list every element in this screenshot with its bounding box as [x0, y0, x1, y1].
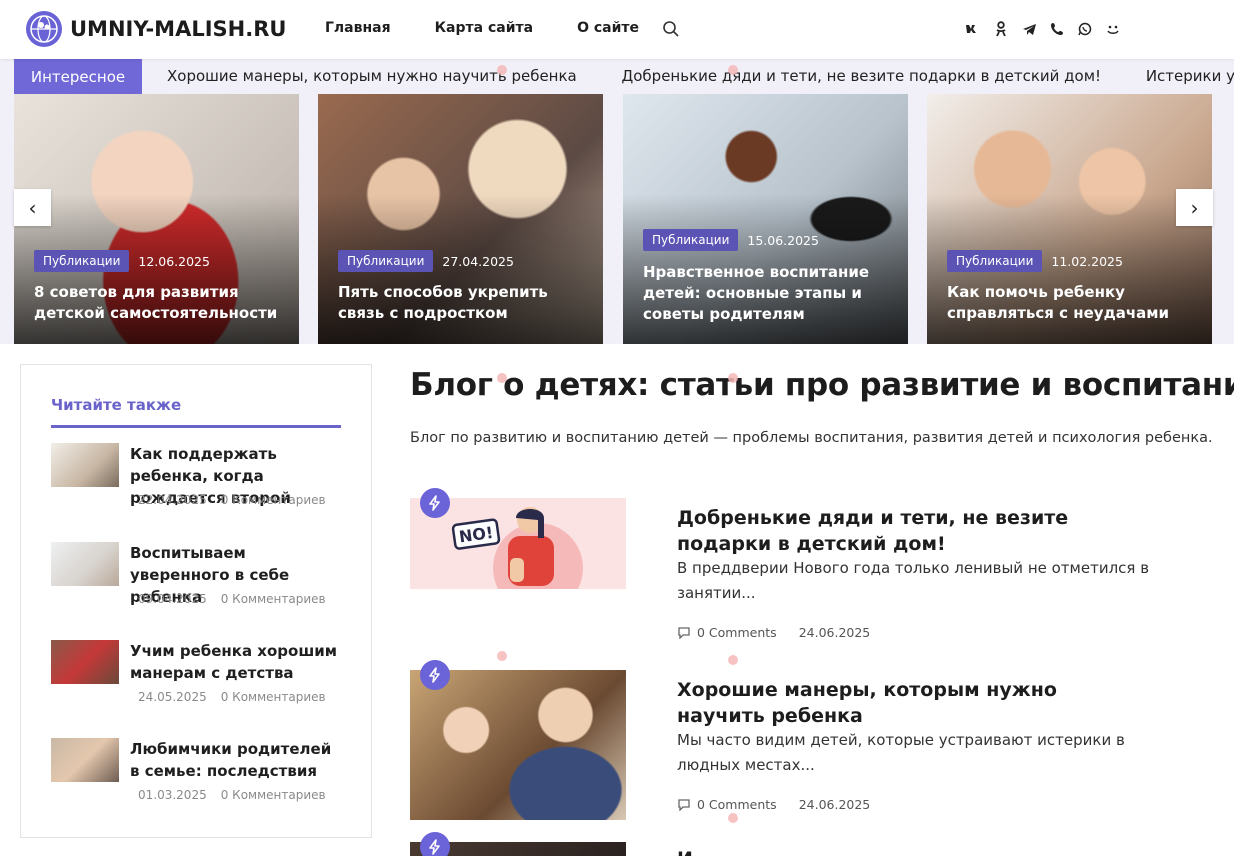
- decor-dot: [728, 813, 738, 823]
- card-date: 15.06.2025: [747, 232, 819, 248]
- comment-icon: [678, 799, 690, 811]
- list-item-comments[interactable]: 0 Комментариев: [221, 592, 326, 606]
- list-item[interactable]: Как поддержать ребенка, когда рождается …: [51, 443, 351, 523]
- post-meta: 0 Comments 24.06.2025: [677, 797, 870, 812]
- card-title[interactable]: 8 советов для развития детской самостоят…: [34, 282, 285, 324]
- category-badge[interactable]: Публикации: [643, 229, 739, 251]
- decor-dot: [728, 373, 738, 383]
- list-item-thumbnail[interactable]: [51, 738, 119, 782]
- post-card: И: [410, 832, 1210, 856]
- card-title[interactable]: Пять способов укрепить связь с подростко…: [338, 282, 589, 324]
- news-ticker: Интересное Хорошие манеры, которым нужно…: [0, 59, 1234, 94]
- card-meta: Публикации 15.06.2025: [643, 229, 819, 251]
- card-meta: Публикации 12.06.2025: [34, 250, 210, 272]
- post-date: 24.06.2025: [798, 797, 871, 812]
- post-title[interactable]: И: [677, 846, 1147, 856]
- logo-icon: [26, 11, 62, 47]
- list-item-title[interactable]: Любимчики родителей в семье: последствия: [130, 738, 345, 782]
- slider-card[interactable]: Публикации 11.02.2025 Как помочь ребенку…: [927, 94, 1212, 344]
- list-item-meta: 22.04.2025 0 Комментариев: [138, 493, 340, 507]
- decor-dot: [497, 65, 507, 75]
- ticker-item[interactable]: Добренькие дяди и тети, не везите подарк…: [622, 67, 1102, 85]
- category-badge[interactable]: Публикации: [34, 250, 130, 272]
- card-title[interactable]: Как помочь ребенку справляться с неудача…: [947, 282, 1198, 324]
- ticker-item[interactable]: Истерики у грудничка: [1146, 67, 1234, 85]
- card-meta: Публикации 11.02.2025: [947, 250, 1123, 272]
- list-item-thumbnail[interactable]: [51, 542, 119, 586]
- post-comments[interactable]: 0 Comments: [697, 625, 777, 640]
- list-item-comments[interactable]: 0 Комментариев: [221, 690, 326, 704]
- decor-dot: [728, 65, 738, 75]
- list-item-thumbnail[interactable]: [51, 443, 119, 487]
- card-date: 12.06.2025: [138, 253, 210, 269]
- slider-card[interactable]: Публикации 15.06.2025 Нравственное воспи…: [623, 94, 908, 344]
- card-meta: Публикации 27.04.2025: [338, 250, 514, 272]
- nav-sitemap[interactable]: Карта сайта: [435, 20, 533, 36]
- nav-about[interactable]: О сайте: [577, 20, 639, 36]
- flash-icon: [420, 488, 450, 518]
- ticker-items: Хорошие манеры, которым нужно научить ре…: [167, 67, 1234, 85]
- decor-dot: [728, 655, 738, 665]
- post-date: 24.06.2025: [798, 625, 871, 640]
- post-comments[interactable]: 0 Comments: [697, 797, 777, 812]
- viber-icon[interactable]: [1043, 20, 1071, 38]
- logo-text: UMNIY-MALISH.RU: [70, 17, 287, 41]
- post-excerpt: Мы часто видим детей, которые устраивают…: [677, 731, 1125, 774]
- slider-prev-button[interactable]: ‹: [14, 189, 51, 226]
- telegram-icon[interactable]: [1015, 20, 1043, 38]
- category-badge[interactable]: Публикации: [947, 250, 1043, 272]
- list-item[interactable]: Учим ребенка хорошим манерам с детства 2…: [51, 640, 351, 720]
- list-item-comments[interactable]: 0 Комментариев: [221, 493, 326, 507]
- page-description: Блог по развитию и воспитанию детей — пр…: [410, 430, 1213, 446]
- decor-dot: [497, 651, 507, 661]
- list-item-date: 01.03.2025: [138, 788, 207, 802]
- list-item-thumbnail[interactable]: [51, 640, 119, 684]
- slider-card[interactable]: Публикации 27.04.2025 Пять способов укре…: [318, 94, 603, 344]
- card-date: 11.02.2025: [1051, 253, 1123, 269]
- search-icon[interactable]: [662, 20, 680, 42]
- list-item-date: 24.05.2025: [138, 690, 207, 704]
- site-header: UMNIY-MALISH.RU Главная Карта сайта О са…: [0, 0, 1234, 59]
- slider-card[interactable]: Публикации 12.06.2025 8 советов для разв…: [14, 94, 299, 344]
- max-icon[interactable]: [1099, 20, 1127, 38]
- page-title: Блог о детях: статьи про развитие и восп…: [410, 367, 1234, 403]
- ok-icon[interactable]: [987, 20, 1015, 38]
- list-item-meta: 24.05.2025 0 Комментариев: [138, 690, 340, 704]
- flash-icon: [420, 832, 450, 856]
- category-badge[interactable]: Публикации: [338, 250, 434, 272]
- nav-home[interactable]: Главная: [325, 20, 391, 36]
- main-nav: Главная Карта сайта О сайте: [325, 20, 683, 36]
- list-item[interactable]: Воспитываем уверенного в себе ребенка 09…: [51, 542, 351, 622]
- slider-next-button[interactable]: ›: [1176, 189, 1213, 226]
- widget-title: Читайте также: [51, 396, 182, 414]
- decor-dot: [497, 373, 507, 383]
- list-item-meta: 01.03.2025 0 Комментариев: [138, 788, 340, 802]
- whatsapp-icon[interactable]: [1071, 20, 1099, 38]
- post-thumbnail[interactable]: [410, 670, 626, 820]
- flash-icon: [420, 660, 450, 690]
- read-also-widget: Читайте также Как поддержать ребенка, ко…: [20, 364, 372, 838]
- post-card: NO! Добренькие дяди и тети, не везите по…: [410, 488, 1210, 650]
- post-excerpt: В преддверии Нового года только ленивый …: [677, 559, 1150, 602]
- list-item[interactable]: Любимчики родителей в семье: последствия…: [51, 738, 351, 818]
- post-meta: 0 Comments 24.06.2025: [677, 625, 870, 640]
- social-links: [959, 20, 1127, 38]
- list-item-date: 22.04.2025: [138, 493, 207, 507]
- list-item-meta: 09.04.2025 0 Комментариев: [138, 592, 340, 606]
- widget-underline: [51, 425, 341, 428]
- comment-icon: [678, 627, 690, 639]
- list-item-title[interactable]: Учим ребенка хорошим манерам с детства: [130, 640, 345, 684]
- featured-slider: Публикации 12.06.2025 8 советов для разв…: [0, 94, 1234, 344]
- ticker-label: Интересное: [14, 59, 142, 94]
- list-item-date: 09.04.2025: [138, 592, 207, 606]
- card-date: 27.04.2025: [442, 253, 514, 269]
- list-item-comments[interactable]: 0 Комментариев: [221, 788, 326, 802]
- post-title[interactable]: Добренькие дяди и тети, не везите подарк…: [677, 505, 1147, 557]
- card-title[interactable]: Нравственное воспитание детей: основные …: [643, 262, 894, 325]
- post-title[interactable]: Хорошие манеры, которым нужно научить ре…: [677, 677, 1147, 729]
- site-logo[interactable]: UMNIY-MALISH.RU: [26, 11, 286, 47]
- post-card: Хорошие манеры, которым нужно научить ре…: [410, 660, 1210, 822]
- vk-icon[interactable]: [959, 20, 987, 38]
- ticker-item[interactable]: Хорошие манеры, которым нужно научить ре…: [167, 67, 577, 85]
